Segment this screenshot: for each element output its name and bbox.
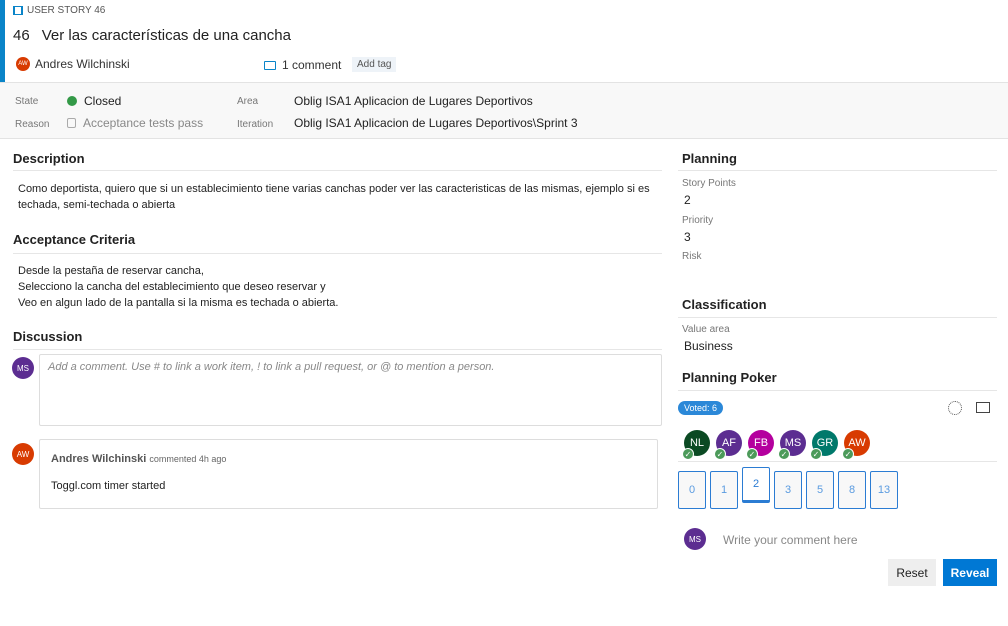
acceptance-field[interactable]: Desde la pestaña de reservar cancha, Sel… [18, 263, 338, 311]
comment-icon [264, 60, 276, 70]
lock-icon [67, 118, 76, 128]
description-field[interactable]: Como deportista, quiero que si un establ… [18, 181, 658, 213]
divider [13, 349, 662, 350]
comment-header: Andres Wilchinski commented 4h ago [51, 453, 226, 465]
voter-initials: AW [848, 437, 866, 449]
discussion-heading: Discussion [13, 329, 83, 344]
assignee[interactable]: AW Andres Wilchinski [16, 57, 130, 71]
voter-initials: GR [816, 437, 834, 449]
poker-card[interactable]: 2 [742, 467, 770, 503]
assignee-name: Andres Wilchinski [35, 57, 130, 71]
iteration-field[interactable]: Oblig ISA1 Aplicacion de Lugares Deporti… [294, 116, 578, 130]
book-icon [13, 6, 23, 15]
divider [13, 170, 662, 171]
comments-count: 1 comment [282, 58, 342, 72]
comment-author: Andres Wilchinski [51, 453, 147, 465]
comment-text: Toggl.com timer started [51, 480, 166, 492]
divider [678, 390, 997, 391]
reason-field: Acceptance tests pass [67, 116, 203, 130]
acceptance-line: Desde la pestaña de reservar cancha, [18, 265, 204, 277]
value-area-label: Value area [682, 324, 730, 335]
add-tag-button[interactable]: Add tag [352, 57, 397, 72]
poker-comment-input[interactable]: Write your comment here [723, 533, 858, 547]
voter-avatar: FB ✓ [746, 430, 774, 460]
work-item-accent-bar [0, 0, 5, 82]
poker-card[interactable]: 8 [838, 471, 866, 509]
work-item-type: USER STORY 46 [13, 5, 105, 16]
voter-avatar: AF ✓ [714, 430, 742, 460]
poker-card[interactable]: 0 [678, 471, 706, 509]
comment-input[interactable]: Add a comment. Use # to link a work item… [39, 354, 662, 426]
voter-initials: MS [784, 437, 802, 449]
avatar: MS [684, 528, 706, 550]
chat-icon[interactable] [976, 402, 990, 413]
avatar: AW [16, 57, 30, 71]
area-field[interactable]: Oblig ISA1 Aplicacion de Lugares Deporti… [294, 94, 533, 108]
check-icon: ✓ [746, 448, 758, 460]
check-icon: ✓ [682, 448, 694, 460]
priority-label: Priority [682, 215, 714, 226]
acceptance-heading: Acceptance Criteria [13, 232, 136, 247]
work-item-id: 46 [13, 27, 30, 44]
acceptance-line: Selecciono la cancha del establecimiento… [18, 281, 326, 293]
avatar: AW [12, 443, 34, 465]
risk-label: Risk [682, 251, 702, 262]
comments-link[interactable]: 1 comment [264, 58, 341, 72]
type-label: USER STORY 46 [27, 5, 106, 16]
voter-initials: NL [689, 437, 705, 449]
poker-card[interactable]: 1 [710, 471, 738, 509]
check-icon: ✓ [778, 448, 790, 460]
check-icon: ✓ [714, 448, 726, 460]
voter-avatar: AW ✓ [842, 430, 870, 460]
page-title[interactable]: 46 Ver las características de una cancha [13, 27, 291, 44]
planning-heading: Planning [682, 151, 737, 166]
state-field[interactable]: Closed [67, 94, 121, 108]
state-value: Closed [84, 94, 122, 108]
voter-initials: AF [721, 437, 737, 449]
poker-cards: 0 1 2 3 5 8 13 [678, 467, 898, 509]
risk-field[interactable] [682, 264, 982, 282]
voter-initials: FB [753, 437, 769, 449]
classification-heading: Classification [682, 297, 767, 312]
comment-card: Andres Wilchinski commented 4h ago Toggl… [39, 439, 658, 509]
reset-button[interactable]: Reset [888, 559, 936, 586]
reason-label: Reason [15, 119, 50, 130]
voted-badge: Voted: 6 [678, 401, 724, 415]
status-dot-icon [67, 96, 77, 106]
reason-value: Acceptance tests pass [83, 116, 204, 130]
priority-field[interactable]: 3 [684, 230, 691, 244]
avatar: MS [12, 357, 34, 379]
gear-icon[interactable] [948, 401, 962, 415]
area-label: Area [237, 96, 259, 107]
value-area-field[interactable]: Business [684, 339, 733, 353]
divider [13, 253, 662, 254]
poker-card[interactable]: 3 [774, 471, 802, 509]
fields-band [0, 82, 1008, 139]
poker-card[interactable]: 13 [870, 471, 898, 509]
divider [678, 461, 997, 462]
voter-avatar: NL ✓ [682, 430, 710, 460]
comment-timestamp: commented 4h ago [149, 454, 227, 464]
divider [678, 317, 997, 318]
voter-avatar: GR ✓ [810, 430, 838, 460]
reveal-button[interactable]: Reveal [943, 559, 997, 586]
story-points-field[interactable]: 2 [684, 193, 691, 207]
description-heading: Description [13, 151, 85, 166]
divider [678, 170, 997, 171]
acceptance-line: Veo en algun lado de la pantalla si la m… [18, 297, 339, 309]
voters-list: NL ✓ AF ✓ FB ✓ MS ✓ GR ✓ AW ✓ [682, 430, 870, 460]
check-icon: ✓ [810, 448, 822, 460]
story-points-label: Story Points [682, 178, 736, 189]
title-text[interactable]: Ver las características de una cancha [42, 27, 291, 44]
planning-poker-heading: Planning Poker [682, 370, 777, 385]
voter-avatar: MS ✓ [778, 430, 806, 460]
check-icon: ✓ [842, 448, 854, 460]
state-label: State [15, 96, 39, 107]
poker-card[interactable]: 5 [806, 471, 834, 509]
iteration-label: Iteration [237, 119, 274, 130]
